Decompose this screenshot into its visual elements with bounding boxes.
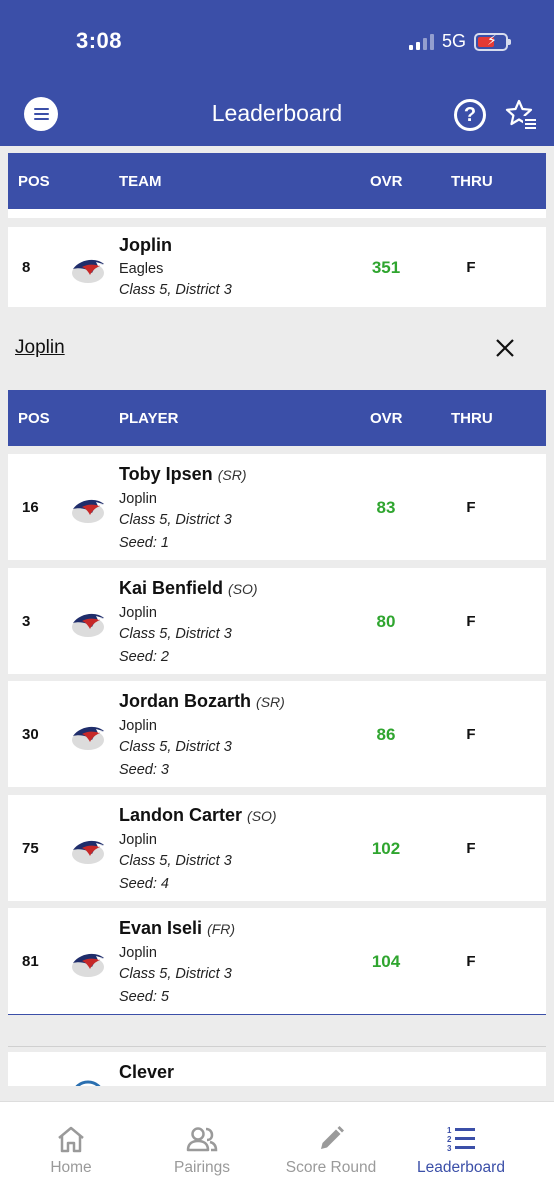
team-ovr: 351 (371, 258, 401, 277)
team-row-partial (8, 209, 546, 218)
eagle-logo-icon (72, 259, 104, 283)
eagle-logo-icon (72, 499, 104, 523)
player-pos: 81 (22, 953, 39, 970)
player-pos: 3 (22, 613, 31, 630)
player-pos: 75 (22, 840, 39, 857)
signal-icon (408, 33, 434, 50)
battery-icon: ⚡ (474, 32, 511, 51)
team-row[interactable]: Clever (8, 1052, 546, 1086)
player-table-header: POS PLAYER OVR THRU (8, 390, 546, 446)
player-thru: F (466, 726, 476, 743)
team-name: Clever (119, 1062, 175, 1082)
app-header: 3:08 5G ⚡ Leaderboard ? (0, 0, 554, 146)
player-school: Joplin (119, 832, 157, 848)
team-row[interactable]: 8 Joplin Eagles Class 5, District 3 351 … (8, 227, 546, 307)
svg-text:3: 3 (447, 1144, 452, 1153)
tab-home-label: Home (50, 1159, 92, 1176)
section-divider (8, 1014, 546, 1015)
pos-header: POS (18, 410, 50, 427)
people-icon (186, 1127, 218, 1152)
team-class: Class 5, District 3 (119, 282, 232, 298)
player-row[interactable]: 81 Evan Iseli (FR) Joplin Class 5, Distr… (8, 908, 546, 1014)
player-class: Class 5, District 3 (119, 966, 232, 982)
pos-header: POS (18, 173, 50, 190)
player-class: Class 5, District 3 (119, 853, 232, 869)
svg-text:1: 1 (447, 1126, 452, 1135)
player-seed: Seed: 4 (119, 876, 169, 892)
eagle-logo-icon (72, 613, 104, 637)
player-school: Joplin (119, 605, 157, 621)
status-time: 3:08 (76, 28, 123, 53)
player-thru: F (466, 613, 476, 630)
player-school: Joplin (119, 718, 157, 734)
player-row[interactable]: 75 Landon Carter (SO) Joplin Class 5, Di… (8, 795, 546, 901)
player-seed: Seed: 5 (119, 989, 169, 1005)
star-list-icon (505, 99, 537, 130)
team-table-header: POS TEAM OVR THRU (8, 153, 546, 209)
player-row[interactable]: 3 Kai Benfield (SO) Joplin Class 5, Dist… (8, 568, 546, 674)
player-header: PLAYER (119, 410, 179, 427)
player-pos: 30 (22, 726, 39, 743)
thru-header: THRU (451, 410, 493, 427)
team-header: TEAM (119, 173, 162, 190)
player-row[interactable]: 30 Jordan Bozarth (SR) Joplin Class 5, D… (8, 681, 546, 787)
team-thru: F (466, 259, 476, 276)
tab-leaderboard[interactable]: 1 2 3 Leaderboard (396, 1102, 526, 1200)
bottom-tab-bar: Home Pairings Score Round 1 2 3 Leaderbo… (0, 1101, 554, 1200)
close-button[interactable] (494, 337, 516, 359)
player-seed: Seed: 1 (119, 535, 169, 551)
player-name: Landon Carter (SO) (119, 805, 277, 825)
help-button[interactable]: ? (454, 99, 486, 131)
team-name: Joplin (119, 235, 172, 255)
eagle-logo-icon (72, 726, 104, 750)
ranked-list-icon: 1 2 3 (447, 1126, 475, 1153)
tab-score-round[interactable]: Score Round (262, 1102, 400, 1200)
player-class: Class 5, District 3 (119, 739, 232, 755)
network-label: 5G (441, 31, 466, 51)
question-icon: ? (463, 103, 477, 126)
team-pos: 8 (22, 259, 31, 276)
player-name: Evan Iseli (FR) (119, 918, 236, 938)
player-ovr: 80 (376, 612, 396, 631)
eagle-logo-icon (72, 953, 104, 977)
player-pos: 16 (22, 499, 39, 516)
player-row[interactable]: 16 Toby Ipsen (SR) Joplin Class 5, Distr… (8, 454, 546, 560)
tab-pairings-label: Pairings (174, 1159, 230, 1176)
player-thru: F (466, 953, 476, 970)
close-icon (496, 339, 514, 357)
tab-leaderboard-label: Leaderboard (417, 1159, 505, 1176)
player-school: Joplin (119, 491, 157, 507)
tab-score-round-label: Score Round (285, 1159, 377, 1176)
player-school: Joplin (119, 945, 157, 961)
player-ovr: 104 (371, 952, 401, 971)
favorites-button[interactable] (505, 98, 539, 132)
home-icon (58, 1126, 84, 1153)
tab-home[interactable]: Home (0, 1102, 142, 1200)
eagle-logo-icon (72, 840, 104, 864)
player-class: Class 5, District 3 (119, 626, 232, 642)
team-mascot: Eagles (119, 261, 164, 277)
expanded-team-link[interactable]: Joplin (15, 337, 65, 359)
ovr-header: OVR (370, 410, 403, 427)
player-name: Jordan Bozarth (SR) (119, 691, 285, 711)
player-class: Class 5, District 3 (119, 512, 232, 528)
player-ovr: 102 (371, 839, 401, 858)
player-seed: Seed: 3 (119, 762, 169, 778)
player-name: Toby Ipsen (SR) (119, 464, 247, 484)
row-divider (8, 1046, 546, 1047)
player-seed: Seed: 2 (119, 649, 169, 665)
team-logo-icon (75, 1080, 101, 1086)
player-name: Kai Benfield (SO) (119, 578, 258, 598)
pencil-icon (321, 1126, 344, 1149)
status-indicators: 5G ⚡ (408, 31, 511, 52)
ovr-header: OVR (370, 173, 403, 190)
player-ovr: 86 (376, 725, 396, 744)
tab-pairings[interactable]: Pairings (131, 1102, 273, 1200)
thru-header: THRU (451, 173, 493, 190)
svg-text:2: 2 (447, 1135, 452, 1144)
player-thru: F (466, 499, 476, 516)
player-ovr: 83 (376, 498, 396, 517)
player-thru: F (466, 840, 476, 857)
